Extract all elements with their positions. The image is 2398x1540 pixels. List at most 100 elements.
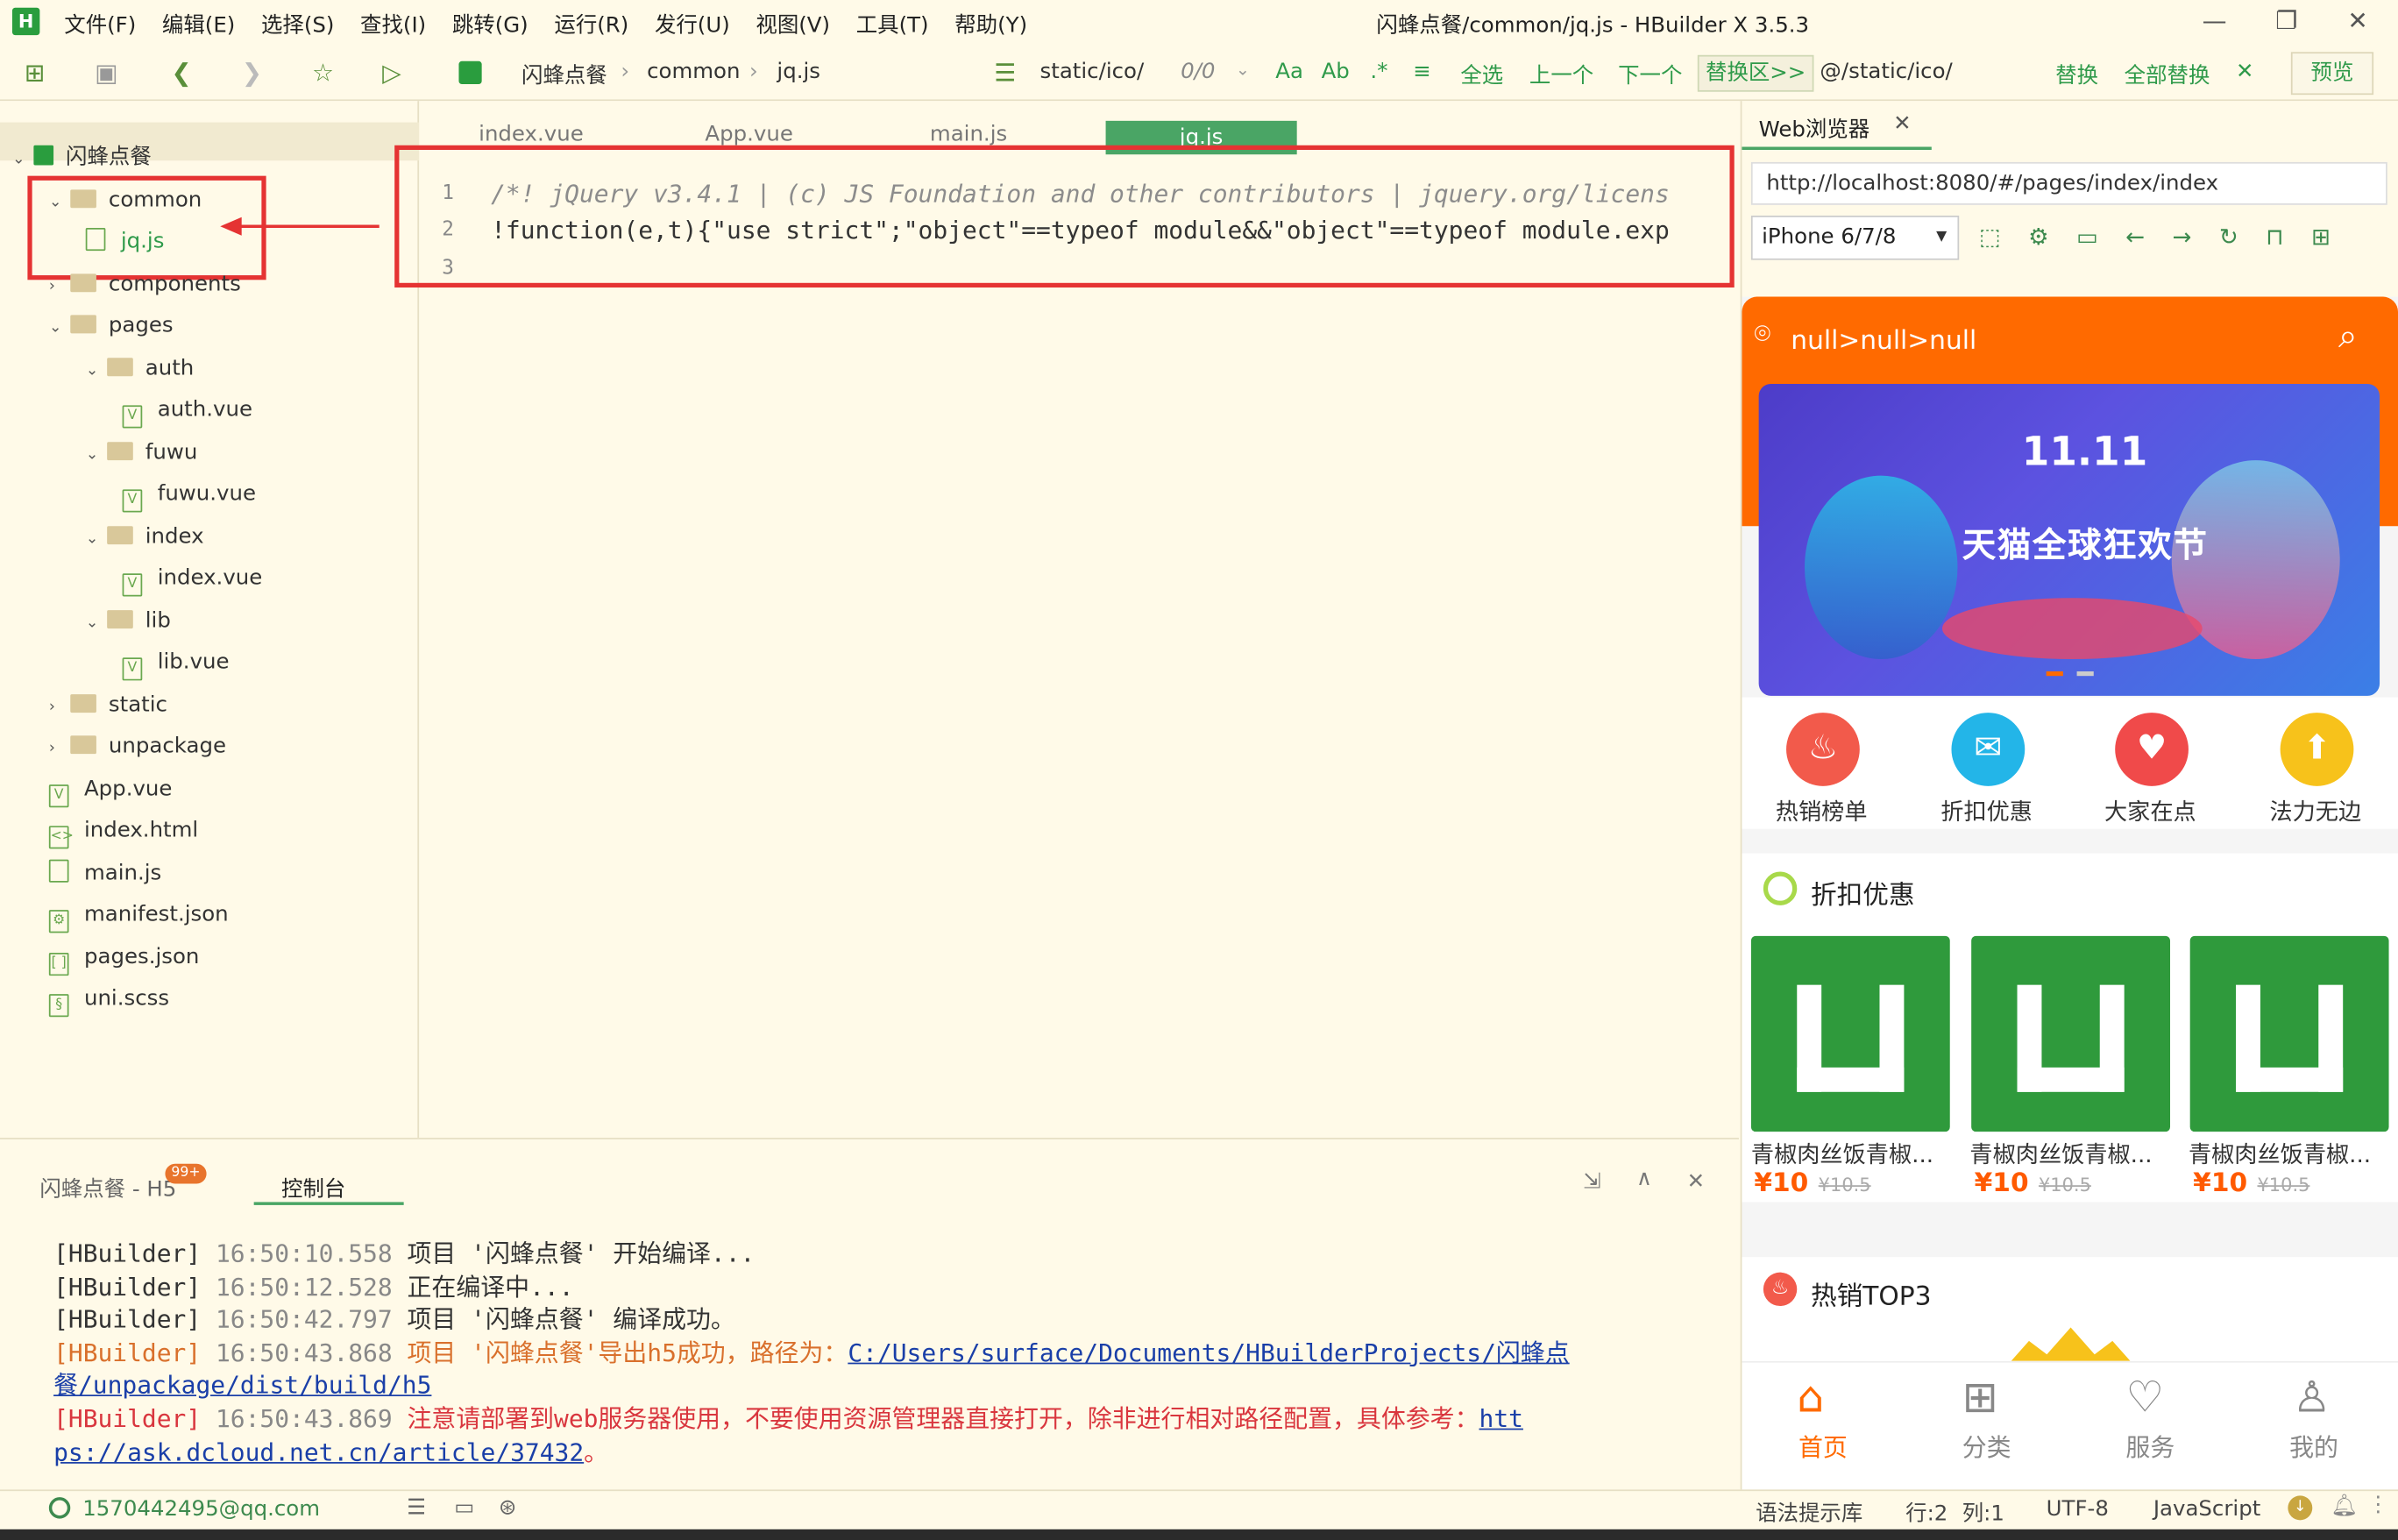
nav-mine[interactable]: 我的 [2289,1427,2338,1464]
devtools-icon[interactable]: ▭ [2076,224,2098,251]
device-select[interactable]: iPhone 6/7/8 ▼ [1750,216,1960,260]
file-encoding[interactable]: UTF-8 [2047,1497,2109,1522]
promo-banner[interactable]: 11.11 天猫全球狂欢节 [1758,383,2380,696]
tree-item-auth[interactable]: ⌄ auth [86,353,195,384]
chevron-right-icon[interactable]: › [49,735,70,765]
tree-item-[interactable]: ⌄ 闪蜂点餐 [12,142,152,173]
tree-item-jq-js[interactable]: jq.js [85,226,164,257]
collapse-icon[interactable]: ∧ [1636,1167,1652,1191]
chevron-down-icon[interactable]: ⌄ [86,441,107,472]
tree-item-fuwu[interactable]: ⌄ fuwu [86,437,198,468]
preview-button[interactable]: 预览 [2290,52,2374,96]
forward-icon[interactable]: ❯ [242,58,262,87]
heart-icon[interactable]: ♥ [2115,713,2189,786]
console-tab-console[interactable]: 控制台 [281,1173,345,1203]
menu-help[interactable]: 帮助(Y) [954,9,1027,39]
list-icon[interactable]: ☰ [407,1495,426,1520]
plugin-icon[interactable]: ⊛ [499,1495,516,1520]
tree-item-components[interactable]: › components [49,269,241,300]
product-name[interactable]: 青椒肉丝饭青椒... [1751,1138,1933,1170]
tree-item-pages-json[interactable]: [ ] pages.json [48,942,199,976]
category-label[interactable]: 热销榜单 [1776,795,1868,827]
cursor-line[interactable]: 行:2 [1905,1497,1947,1528]
forward-icon[interactable]: → [2172,224,2191,251]
tab-app-vue[interactable]: App.vue [705,123,792,147]
run-icon[interactable]: ▷ [382,58,401,87]
find-prev-button[interactable]: 上一个 [1529,60,1593,90]
url-input[interactable]: http://localhost:8080/#/pages/index/inde… [1750,161,2387,205]
regex-icon[interactable]: .* [1370,60,1387,84]
syntax-lib[interactable]: 语法提示库 [1756,1497,1862,1528]
location-text[interactable]: null>null>null [1791,326,1976,357]
selection-icon[interactable]: ≡ [1413,60,1430,84]
hot-list-icon[interactable]: ♨ [1786,713,1860,786]
code-editor[interactable]: 1 /*! jQuery v3.4.1 | (c) JS Foundation … [420,155,1739,1139]
breadcrumb-folder[interactable]: common [647,60,740,84]
menu-goto[interactable]: 跳转(G) [452,9,529,39]
nav-category[interactable]: 分类 [1962,1427,2011,1464]
chevron-down-icon[interactable]: ⌄ [12,145,33,176]
tree-item-fuwu-vue[interactable]: Vfuwu.vue [122,479,256,513]
banner-dot-active[interactable] [2046,671,2063,677]
tree-item-auth-vue[interactable]: Vauth.vue [122,394,252,429]
menu-find[interactable]: 查找(I) [360,9,426,39]
product-name[interactable]: 青椒肉丝饭青椒... [2189,1138,2371,1170]
export-path-link[interactable]: C:/Users/surface/Documents/HBuilderProje… [848,1338,1569,1367]
tree-item-common[interactable]: ⌄ common [49,185,202,216]
docs-link-cont[interactable]: ps://ask.dcloud.net.cn/article/37432 [53,1437,584,1466]
file-language[interactable]: JavaScript [2153,1497,2260,1522]
category-grid-icon[interactable]: ⊞ [1962,1372,1998,1423]
minimize-icon[interactable]: — [2203,6,2227,35]
menu-edit[interactable]: 编辑(E) [162,9,235,39]
home-icon[interactable]: ⌂ [1797,1372,1824,1423]
restore-icon[interactable]: ❐ [2275,6,2297,35]
chevron-down-icon[interactable]: ⌄ [86,608,107,639]
category-label[interactable]: 折扣优惠 [1940,795,2033,827]
tab-main-js[interactable]: main.js [930,123,1007,147]
category-label[interactable]: 大家在点 [2104,795,2196,827]
back-icon[interactable]: ← [2125,224,2145,251]
breadcrumb-file[interactable]: jq.js [777,60,820,84]
product-image[interactable] [1750,935,1950,1132]
profile-icon[interactable]: ♙ [2293,1372,2331,1423]
chevron-right-icon[interactable]: › [49,692,70,723]
tree-item-static[interactable]: › static [49,690,167,720]
nav-home[interactable]: 首页 [1798,1427,1848,1464]
menu-run[interactable]: 运行(R) [554,9,628,39]
tree-item-index-vue[interactable]: Vindex.vue [122,563,262,597]
star-icon[interactable]: ☆ [312,58,334,87]
menu-file[interactable]: 文件(F) [64,9,136,39]
grid-icon[interactable]: ⊞ [2311,224,2331,251]
replace-all-button[interactable]: 全部替换 [2125,60,2210,90]
menu-view[interactable]: 视图(V) [756,9,830,39]
product-name[interactable]: 青椒肉丝饭青椒... [1969,1138,2152,1170]
nav-service[interactable]: 服务 [2125,1427,2175,1464]
match-case-icon[interactable]: Aa [1275,60,1303,84]
terminal-icon[interactable]: ▭ [454,1495,474,1520]
menu-publish[interactable]: 发行(U) [655,9,730,39]
console-tab-project[interactable]: 闪蜂点餐 - H5 [39,1173,176,1203]
chevron-right-icon[interactable]: › [49,273,70,303]
chevron-down-icon[interactable]: ⌄ [86,524,107,555]
chevron-down-icon[interactable]: ⌄ [49,188,70,219]
notification-bell-icon[interactable]: 🔔︎ [2331,1494,2358,1519]
save-icon[interactable]: ▣ [95,58,117,87]
screenshot-icon[interactable]: ⬚ [1979,224,2001,251]
new-file-icon[interactable]: ⊞ [25,58,45,87]
settings-icon[interactable]: ⚙ [2028,224,2048,251]
console-export-icon[interactable]: ⇲ [1583,1170,1600,1195]
tree-item-unpackage[interactable]: › unpackage [49,731,226,762]
clear-console-icon[interactable]: ✕ [1687,1170,1705,1195]
product-image[interactable] [2189,935,2389,1132]
location-icon[interactable]: ⌾ [1754,318,1770,351]
user-account[interactable]: 1570442495@qq.com [82,1497,320,1522]
tree-item-pages[interactable]: ⌄ pages [49,310,174,341]
find-next-button[interactable]: 下一个 [1618,60,1682,90]
search-input[interactable]: static/ico/ [1040,60,1145,84]
tree-item-index-html[interactable]: <> index.html [48,815,198,849]
tab-index-vue[interactable]: index.vue [479,123,584,147]
cursor-col[interactable]: 列:1 [1962,1497,2004,1528]
browser-tab[interactable]: Web浏览器 [1759,113,1870,144]
close-search-icon[interactable]: ✕ [2236,60,2253,84]
tree-item-manifest-json[interactable]: ⚙ manifest.json [48,899,229,933]
